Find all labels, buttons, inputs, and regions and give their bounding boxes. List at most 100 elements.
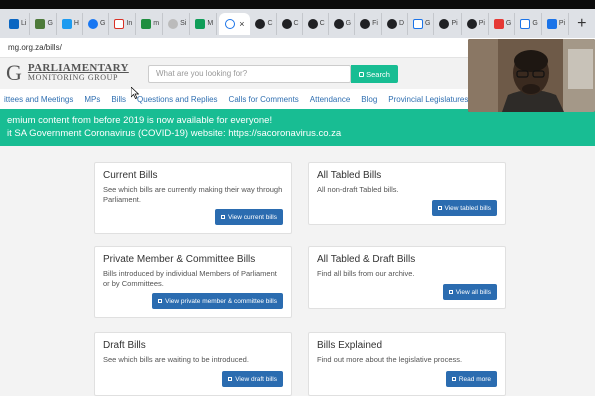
logo-line-2: MONITORING GROUP <box>27 73 119 82</box>
github-icon <box>255 18 266 29</box>
browser-tab[interactable]: C <box>252 12 277 35</box>
browser-tab-bar: Li G H G In m Si M × C C C G Fi D G Pi P… <box>0 9 595 38</box>
nav-item-committees[interactable]: ittees and Meetings <box>4 95 73 104</box>
google-drive-icon <box>195 18 206 29</box>
view-current-bills-button[interactable]: View current bills <box>214 209 283 225</box>
browser-tab[interactable]: Fi <box>357 12 382 35</box>
browser-tab[interactable]: D <box>384 12 408 35</box>
screen-top-strip <box>0 0 595 9</box>
card-all-tabled-bills: All Tabled Bills All non-draft Tabled bi… <box>308 162 506 225</box>
facebook-icon <box>87 18 98 29</box>
browser-tab[interactable]: G <box>517 12 542 35</box>
pmg-logo[interactable]: G PARLIAMENTARY MONITORING GROUP <box>6 61 129 85</box>
google-icon <box>413 18 423 29</box>
site-favicon-icon <box>35 18 46 29</box>
browser-tab[interactable]: Pi <box>436 12 462 35</box>
card-description: All non-draft Tabled bills. <box>317 185 399 194</box>
button-icon <box>158 299 163 303</box>
card-description: Find all bills from our archive. <box>317 269 415 278</box>
card-description: See which bills are waiting to be introd… <box>103 355 249 364</box>
browser-tab[interactable]: G <box>331 12 356 35</box>
browser-tab[interactable]: In <box>111 12 137 35</box>
browser-tab[interactable]: Pi <box>464 12 489 35</box>
read-more-button[interactable]: Read more <box>445 371 497 387</box>
browser-tab[interactable]: C <box>305 12 329 35</box>
button-icon <box>437 206 442 210</box>
card-title: Bills Explained <box>317 340 383 351</box>
nav-item-mps[interactable]: MPs <box>84 95 100 104</box>
tab-close-icon[interactable]: × <box>239 19 244 29</box>
browser-tab[interactable]: Li <box>6 12 31 35</box>
site-favicon-icon <box>168 18 179 29</box>
youtube-icon <box>493 18 504 29</box>
browser-tab[interactable]: C <box>279 12 303 35</box>
browser-tab[interactable]: m <box>138 12 164 35</box>
github-icon <box>466 18 477 29</box>
button-icon <box>228 377 233 381</box>
browser-tab[interactable]: G <box>410 12 435 35</box>
site-favicon-icon <box>546 18 557 29</box>
card-description: Find out more about the legislative proc… <box>317 355 463 364</box>
card-description: See which bills are currently making the… <box>103 185 283 204</box>
card-description: Bills introduced by individual Members o… <box>103 269 277 288</box>
github-icon <box>439 18 450 29</box>
browser-tab[interactable]: H <box>59 12 83 35</box>
button-icon <box>448 290 453 294</box>
card-current-bills: Current Bills See which bills are curren… <box>94 162 292 234</box>
logo-line-1: PARLIAMENTARY <box>27 62 129 74</box>
logo-text: PARLIAMENTARY MONITORING GROUP <box>28 63 129 83</box>
search-input[interactable]: What are you looking for? <box>148 65 351 83</box>
banner-line-1: emium content from before 2019 is now av… <box>7 115 273 126</box>
card-title: Current Bills <box>103 170 158 181</box>
new-tab-button[interactable]: + <box>577 15 586 33</box>
banner-line-2[interactable]: it SA Government Coronavirus (COVID-19) … <box>7 127 595 140</box>
webcam-overlay <box>468 39 595 112</box>
search-button[interactable]: Search <box>351 65 398 83</box>
nav-item-questions[interactable]: Questions and Replies <box>137 95 218 104</box>
nav-item-attendance[interactable]: Attendance <box>310 95 350 104</box>
button-icon <box>220 215 225 219</box>
card-title: All Tabled Bills <box>317 170 382 181</box>
github-icon <box>307 18 318 29</box>
card-title: Draft Bills <box>103 340 146 351</box>
view-private-member-bills-button[interactable]: View private member & committee bills <box>152 293 283 309</box>
browser-tab[interactable]: Pi <box>544 12 570 35</box>
browser-tab[interactable]: G <box>32 12 57 35</box>
github-icon <box>333 18 344 29</box>
card-draft-bills: Draft Bills See which bills are waiting … <box>94 332 292 396</box>
view-tabled-bills-button[interactable]: View tabled bills <box>431 200 497 216</box>
card-private-member-bills: Private Member & Committee Bills Bills i… <box>94 246 292 318</box>
search-button-label: Search <box>366 69 390 79</box>
mouse-cursor-icon <box>131 87 139 99</box>
webcam-person-image <box>468 39 595 112</box>
nav-item-blog[interactable]: Blog <box>361 95 377 104</box>
site-favicon-icon <box>141 18 152 29</box>
github-icon <box>360 18 371 29</box>
google-icon <box>520 18 531 29</box>
card-title: Private Member & Committee Bills <box>103 254 256 265</box>
button-icon <box>451 377 456 381</box>
browser-tab-active[interactable]: × <box>219 12 251 35</box>
nav-item-calls-for-comments[interactable]: Calls for Comments <box>229 95 299 104</box>
linkedin-icon <box>9 18 19 29</box>
card-title: All Tabled & Draft Bills <box>317 254 416 265</box>
browser-tab[interactable]: Si <box>165 12 191 35</box>
logo-letter: G <box>6 60 22 85</box>
view-all-bills-button[interactable]: View all bills <box>442 284 497 300</box>
card-bills-explained: Bills Explained Find out more about the … <box>308 332 506 396</box>
announcement-banner: emium content from before 2019 is now av… <box>0 109 595 146</box>
view-draft-bills-button[interactable]: View draft bills <box>222 371 283 387</box>
pmg-favicon-icon <box>225 18 236 29</box>
browser-tab[interactable]: G <box>85 12 110 35</box>
url-text: mg.org.za/bills/ <box>8 43 62 52</box>
bills-main: Current Bills See which bills are curren… <box>0 146 595 396</box>
twitter-icon <box>61 18 72 29</box>
card-all-tabled-draft-bills: All Tabled & Draft Bills Find all bills … <box>308 246 506 309</box>
gmail-icon <box>114 18 125 29</box>
browser-tab[interactable]: M <box>192 12 218 35</box>
browser-tab[interactable]: G <box>491 12 516 35</box>
github-icon <box>386 18 397 29</box>
search-icon <box>359 71 365 77</box>
nav-item-bills[interactable]: Bills <box>111 95 126 104</box>
nav-item-provincial-legislatures[interactable]: Provincial Legislatures <box>388 95 468 104</box>
